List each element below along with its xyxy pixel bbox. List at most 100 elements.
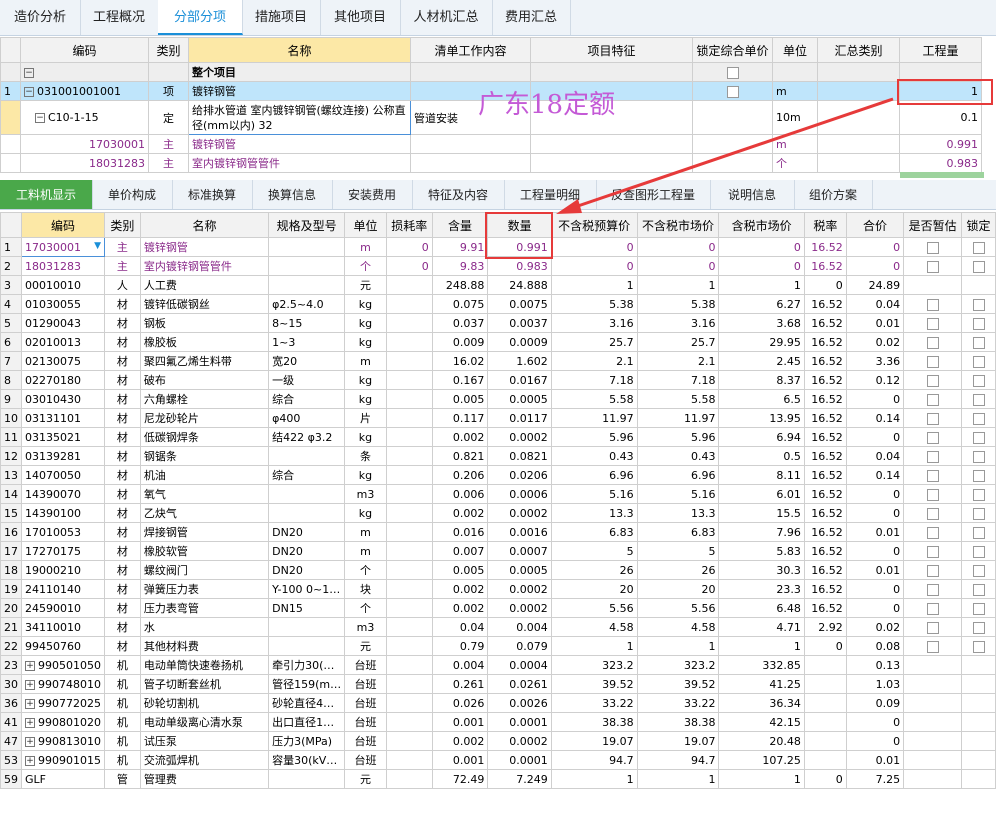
cell-content[interactable]: 0.04 xyxy=(431,617,489,637)
cell-p1[interactable]: 39.52 xyxy=(550,674,638,694)
lock-checkbox[interactable] xyxy=(972,621,985,634)
header-budget-price-ex-tax[interactable]: 不含税预算价 xyxy=(550,212,638,238)
cell-p3[interactable]: 0.5 xyxy=(718,446,805,466)
cell-p1[interactable]: 20 xyxy=(550,579,638,599)
header-work-content[interactable]: 清单工作内容 xyxy=(410,37,531,63)
provisional-checkbox[interactable] xyxy=(926,469,939,482)
cell-code[interactable]: 14390100 xyxy=(21,503,105,523)
cell-loss[interactable] xyxy=(385,579,433,599)
cell-content[interactable]: 0.167 xyxy=(431,370,489,390)
cell-provisional[interactable] xyxy=(903,560,963,580)
cell-name[interactable]: 室内镀锌钢管管件 xyxy=(139,256,270,276)
cell-content[interactable]: 0.037 xyxy=(431,313,489,333)
cell-qty[interactable]: 0.0206 xyxy=(487,465,552,485)
cell-lock[interactable] xyxy=(961,769,996,789)
cell-provisional[interactable] xyxy=(903,370,963,390)
cell-p1[interactable]: 25.7 xyxy=(550,332,638,352)
cell-p1[interactable]: 5.96 xyxy=(550,427,638,447)
cell-tax[interactable] xyxy=(803,655,847,675)
cell-code[interactable]: 01030055 xyxy=(21,294,105,314)
lock-checkbox[interactable] xyxy=(972,583,985,596)
cell-p2[interactable]: 2.1 xyxy=(636,351,720,371)
table-row[interactable]: 16 17010053 材 焊接钢管 DN20 m 0.016 0.0016 6.83 6.83 7… xyxy=(0,522,996,542)
cell-lock[interactable] xyxy=(961,731,996,751)
provisional-checkbox[interactable] xyxy=(926,450,939,463)
cell-tax[interactable] xyxy=(803,674,847,694)
provisional-checkbox[interactable] xyxy=(926,545,939,558)
cell-code[interactable]: 14070050 xyxy=(21,465,105,485)
table-row[interactable]: 53 +990901015 机 交流弧焊机 容量30(kV… 台班 0.001 0.0001 9… xyxy=(0,750,996,770)
cell-lock[interactable] xyxy=(961,598,996,618)
cell-total[interactable]: 0.14 xyxy=(845,408,905,428)
cell-p2[interactable]: 39.52 xyxy=(636,674,720,694)
cell-qty[interactable]: 0.0037 xyxy=(487,313,552,333)
cell-qty[interactable]: 0.0002 xyxy=(487,579,552,599)
table-row[interactable]: 17 17270175 材 橡胶软管 DN20 m 0.007 0.0007 5 5 5.83 16.… xyxy=(0,541,996,561)
cell-name[interactable]: 六角螺栓 xyxy=(139,389,270,409)
cell-provisional[interactable] xyxy=(903,446,963,466)
lock-checkbox[interactable] xyxy=(726,85,739,98)
cell-name[interactable]: 机油 xyxy=(139,465,270,485)
cell-content[interactable]: 0.016 xyxy=(431,522,489,542)
header-total[interactable]: 合价 xyxy=(845,212,905,238)
lock-checkbox[interactable] xyxy=(972,507,985,520)
header-item-feature[interactable]: 项目特征 xyxy=(530,37,693,63)
cell-total[interactable]: 0.13 xyxy=(845,655,905,675)
cell-p1[interactable]: 1 xyxy=(550,275,638,295)
cell-p1[interactable]: 5 xyxy=(550,541,638,561)
tab-other-items[interactable]: 其他项目 xyxy=(320,0,401,35)
cell-tax[interactable]: 16.52 xyxy=(803,237,847,257)
dropdown-arrow-icon[interactable]: ▼ xyxy=(94,241,101,251)
cell-provisional[interactable] xyxy=(903,465,963,485)
cell-tax[interactable]: 16.52 xyxy=(803,560,847,580)
cell-p2[interactable]: 5.58 xyxy=(636,389,720,409)
cell-p3[interactable]: 0 xyxy=(718,256,805,276)
cell-provisional[interactable] xyxy=(903,712,963,732)
cell-loss[interactable] xyxy=(385,750,433,770)
lock-checkbox[interactable] xyxy=(972,488,985,501)
tab-description[interactable]: 说明信息 xyxy=(710,180,795,209)
cell-name[interactable]: 电动单级离心清水泵 xyxy=(139,712,270,732)
cell-lock[interactable] xyxy=(961,370,996,390)
cell-loss[interactable] xyxy=(385,674,433,694)
cell-tax[interactable]: 16.52 xyxy=(803,313,847,333)
cell-qty[interactable]: 0.0001 xyxy=(487,750,552,770)
cell-content[interactable]: 0.026 xyxy=(431,693,489,713)
cell-p2[interactable]: 94.7 xyxy=(636,750,720,770)
lock-checkbox[interactable] xyxy=(972,431,985,444)
cell-loss[interactable] xyxy=(385,389,433,409)
tab-install-fee[interactable]: 安装费用 xyxy=(332,180,413,209)
table-row[interactable]: 21 34110010 材 水 m3 0.04 0.004 4.58 4.58 4.71 2.92 0… xyxy=(0,617,996,637)
cell-total[interactable]: 0.01 xyxy=(845,750,905,770)
cell-provisional[interactable] xyxy=(903,522,963,542)
cell-tax[interactable] xyxy=(803,712,847,732)
cell-p1[interactable]: 1 xyxy=(550,769,638,789)
cell-p3[interactable]: 15.5 xyxy=(718,503,805,523)
header-tax-rate[interactable]: 税率 xyxy=(803,212,847,238)
cell-lock[interactable] xyxy=(961,617,996,637)
cell-p1[interactable]: 1 xyxy=(550,636,638,656)
cell-qty[interactable]: 0.0005 xyxy=(487,560,552,580)
lock-checkbox[interactable] xyxy=(972,564,985,577)
provisional-checkbox[interactable] xyxy=(926,336,939,349)
provisional-checkbox[interactable] xyxy=(926,583,939,596)
cell-tax[interactable]: 16.52 xyxy=(803,256,847,276)
cell-tax[interactable] xyxy=(803,750,847,770)
cell-tax[interactable]: 16.52 xyxy=(803,370,847,390)
cell-name[interactable]: 试压泵 xyxy=(139,731,270,751)
cell-qty[interactable]: 0.0075 xyxy=(487,294,552,314)
cell-name[interactable]: 低碳钢焊条 xyxy=(139,427,270,447)
cell-total[interactable]: 0 xyxy=(845,598,905,618)
table-row[interactable]: 5 01290043 材 钢板 8~15 kg 0.037 0.0037 3.16 3.16 3.6… xyxy=(0,313,996,333)
cell-lock[interactable] xyxy=(961,655,996,675)
cell-tax[interactable]: 16.52 xyxy=(803,351,847,371)
cell-provisional[interactable] xyxy=(903,256,963,276)
cell-code[interactable]: 03135021 xyxy=(21,427,105,447)
cell-tax[interactable]: 0 xyxy=(803,769,847,789)
cell-p1[interactable]: 2.1 xyxy=(550,351,638,371)
cell-tax[interactable]: 16.52 xyxy=(803,332,847,352)
cell-loss[interactable] xyxy=(385,294,433,314)
cell-provisional[interactable] xyxy=(903,503,963,523)
cell-content[interactable]: 248.88 xyxy=(431,275,489,295)
cell-total[interactable]: 0 xyxy=(845,731,905,751)
